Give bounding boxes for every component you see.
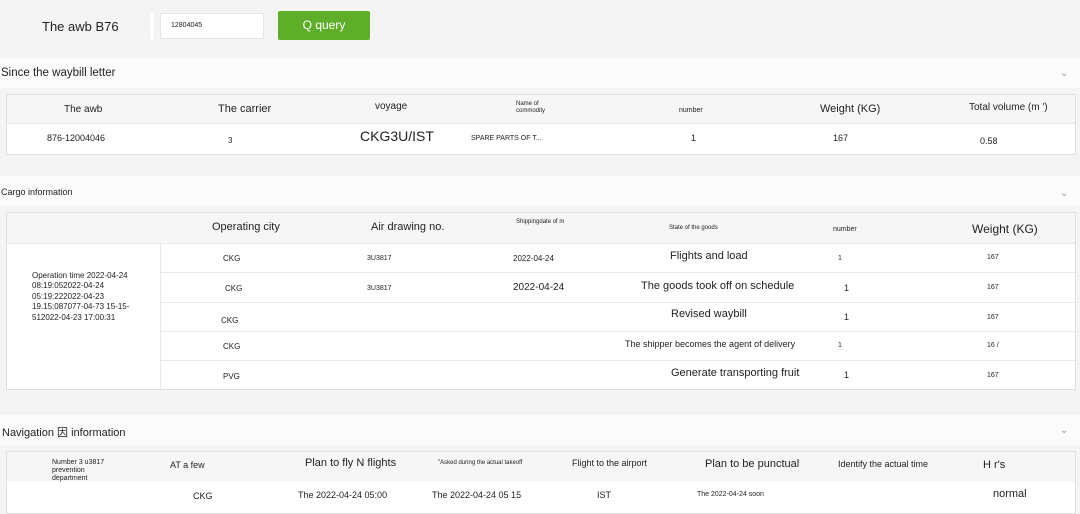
nav-cell-actual-takeoff: The 2022-04-24 05 15 bbox=[432, 490, 522, 500]
col-header-carrier: The carrier bbox=[218, 103, 272, 115]
col-header-plan-punctual: Plan to be punctual bbox=[705, 458, 800, 470]
cell-weight: 167 bbox=[833, 133, 849, 143]
awb-prefix-field[interactable] bbox=[150, 13, 154, 39]
cargo-row-3-weight: 167 bbox=[987, 314, 999, 321]
cargo-row-5-city: PVG bbox=[223, 372, 240, 381]
col-header-number: number bbox=[833, 226, 857, 233]
cargo-row-3-number: 1 bbox=[844, 312, 850, 322]
col-header-identify-time: Identify the actual time bbox=[838, 459, 929, 469]
col-header-flight-airport: Flight to the airport bbox=[572, 458, 648, 468]
cell-volume: 0.58 bbox=[980, 136, 998, 146]
cell-awb: 876-12004046 bbox=[47, 133, 106, 143]
nav-cell-city: CKG bbox=[193, 491, 213, 501]
cargo-row-4-number: 1 bbox=[838, 342, 842, 349]
chevron-down-icon[interactable]: ⌄ bbox=[1060, 188, 1068, 199]
col-header-state: State of the goods bbox=[669, 225, 718, 231]
nav-cell-plan-fly: The 2022-04-24 05:00 bbox=[298, 490, 388, 500]
col-header-weight: Weight (KG) bbox=[820, 103, 881, 115]
awb-label: The awb B76 bbox=[42, 19, 119, 34]
cargo-row-4-state: The shipper becomes the agent of deliver… bbox=[625, 339, 796, 349]
col-header-shipping-date: Shippingdate of m bbox=[516, 219, 565, 225]
cell-voyage: CKG3U/IST bbox=[360, 128, 434, 144]
nav-cell-airport: IST bbox=[597, 490, 612, 500]
waybill-section-title: Since the waybill letter bbox=[1, 67, 116, 79]
cargo-section-title: Cargo information bbox=[1, 187, 73, 197]
cargo-row-5-state: Generate transporting fruit bbox=[671, 367, 800, 379]
cell-carrier: 3 bbox=[228, 136, 233, 145]
cargo-row-1-state: Flights and load bbox=[670, 250, 748, 262]
nav-cell-status: normal bbox=[993, 488, 1027, 500]
col-header-at-a-few: AT a few bbox=[170, 460, 205, 470]
cargo-row-3-city: CKG bbox=[221, 316, 239, 325]
col-header-actual-takeoff: "Asked during the actual takeoff bbox=[438, 460, 523, 466]
cargo-row-2-number: 1 bbox=[844, 283, 850, 293]
cargo-row-5-number: 1 bbox=[844, 370, 850, 380]
cargo-table-header bbox=[7, 213, 1075, 243]
col-header-awb: The awb bbox=[64, 104, 103, 115]
awb-number-input[interactable]: 12804045 bbox=[160, 13, 264, 39]
cargo-row-1-weight: 167 bbox=[987, 254, 999, 261]
col-header-plan-fly: Plan to fly N flights bbox=[305, 457, 397, 469]
chevron-down-icon[interactable]: ⌄ bbox=[1060, 68, 1068, 79]
cargo-row-2-air: 3U3817 bbox=[367, 285, 392, 292]
cargo-row-1-number: 1 bbox=[838, 255, 842, 262]
navigation-section-title: Navigation 因 information bbox=[2, 427, 126, 439]
waybill-section-header[interactable] bbox=[0, 58, 1080, 88]
col-header-weight: Weight (KG) bbox=[972, 222, 1038, 236]
cargo-section-header[interactable] bbox=[0, 176, 1080, 206]
cargo-row-1-city: CKG bbox=[223, 254, 241, 263]
chevron-down-icon[interactable]: ⌄ bbox=[1060, 425, 1068, 436]
cell-commodity: SPARE PARTS OF T... bbox=[471, 135, 542, 142]
col-header-volume: Total volume (m ') bbox=[969, 102, 1048, 113]
operation-time: Operation time 2022-04-24 08:19:052022-0… bbox=[32, 271, 130, 322]
navigation-section-header[interactable] bbox=[0, 415, 1080, 445]
col-header-air-drawing: Air drawing no. bbox=[371, 221, 445, 233]
cargo-row-2-date: 2022-04-24 bbox=[513, 282, 565, 293]
nav-cell-punctual: The 2022-04-24 soon bbox=[697, 491, 764, 498]
cargo-row-2-weight: 167 bbox=[987, 284, 999, 291]
cargo-row-1-date: 2022-04-24 bbox=[513, 254, 554, 263]
cargo-row-2-city: CKG bbox=[225, 284, 243, 293]
cargo-row-1-air: 3U3817 bbox=[367, 255, 392, 262]
cargo-row-4-city: CKG bbox=[223, 342, 241, 351]
col-header-operating-city: Operating city bbox=[212, 221, 280, 233]
col-header-hrs: H r's bbox=[983, 459, 1006, 471]
cargo-row-4-weight: 16 / bbox=[987, 342, 999, 349]
cargo-row-2-state: The goods took off on schedule bbox=[641, 280, 795, 292]
cell-number: 1 bbox=[691, 133, 697, 143]
cargo-row-5-weight: 167 bbox=[987, 372, 999, 379]
col-header-flight-number: Number 3 u3817 prevention department bbox=[52, 459, 105, 483]
col-header-number: number bbox=[679, 107, 703, 114]
col-header-commodity: Name of commodity bbox=[516, 101, 546, 114]
col-header-voyage: voyage bbox=[375, 101, 408, 112]
query-button[interactable]: Q query bbox=[278, 11, 370, 40]
cargo-row-3-state: Revised waybill bbox=[671, 308, 747, 320]
